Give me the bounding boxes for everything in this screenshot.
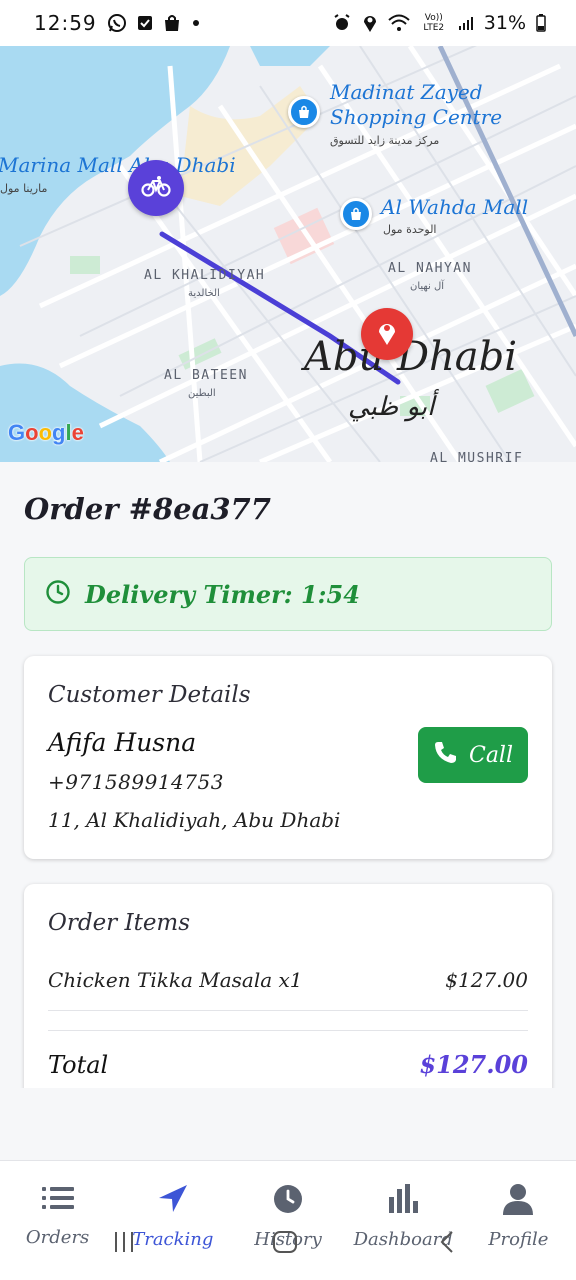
checkbox-icon [137,15,153,31]
shopping-bag-icon [163,14,181,32]
nav-label-dashboard: Dashboard [353,1229,453,1250]
area-arabic-nahyan: آل نهيان [410,281,445,292]
customer-section-title: Customer Details [48,682,251,708]
order-items-card: Order Items Chicken Tikka Masala x1 $127… [24,884,552,1088]
nav-tracking[interactable]: Tracking [115,1161,230,1280]
status-bar: 12:59 Vo)) LTE2 31% [0,0,576,46]
customer-phone: +971589914753 [48,770,224,794]
battery-percent: 31% [483,12,526,34]
item-name: Chicken Tikka Masala x1 [48,968,303,992]
location-pin-icon [376,318,398,350]
poi-label-madinat-zayed-line2[interactable]: Shopping Centre [330,106,502,129]
nav-label-tracking: Tracking [132,1229,214,1250]
rider-marker[interactable] [128,160,184,216]
battery-icon [536,14,546,32]
customer-name: Afifa Husna [48,728,197,757]
area-label-nahyan: AL NAHYAN [388,261,472,276]
status-time: 12:59 [34,11,97,35]
nav-history[interactable]: History [230,1161,345,1280]
area-label-mushrif: AL MUSHRIF [430,451,524,462]
user-icon [502,1183,534,1219]
items-section-title: Order Items [48,910,191,936]
call-button[interactable]: Call [418,727,528,783]
nav-dashboard[interactable]: Dashboard [346,1161,461,1280]
city-arabic-label: أبو ظبي [348,392,435,422]
poi-arabic-al-wahda: الوحدة مول [383,223,437,236]
order-title: Order #8ea377 [24,492,271,526]
poi-label-marina-mall[interactable]: Marina Mall Abu Dhabi [0,154,236,177]
location-icon [362,13,378,33]
divider [48,1030,528,1031]
wifi-icon [388,14,410,32]
poi-label-al-wahda[interactable]: Al Wahda Mall [381,196,528,219]
poi-arabic-marina-mall: مارينا مول [0,182,48,195]
whatsapp-icon [107,13,127,33]
nav-label-history: History [254,1229,322,1250]
area-label-bateen: AL BATEEN [164,368,248,383]
nav-label-profile: Profile [488,1229,549,1250]
dot-icon [191,18,201,28]
shopping-pin-icon[interactable] [288,96,320,128]
nav-orders[interactable]: Orders [0,1161,115,1280]
phone-icon [433,739,459,771]
divider [48,1010,528,1011]
item-price: $127.00 [445,968,528,992]
area-arabic-khalidiyah: الخالدية [188,288,220,299]
alarm-icon [332,13,352,33]
bottom-nav: Orders Tracking History Dashboard Profil… [0,1160,576,1280]
bar-chart-icon [387,1183,419,1219]
shopping-pin-icon[interactable] [340,198,372,230]
order-content[interactable]: Order #8ea377 Delivery Timer: 1:54 Custo… [0,462,576,1088]
poi-label-madinat-zayed[interactable]: Madinat Zayed [330,81,483,104]
call-label: Call [468,742,514,768]
list-item: Chicken Tikka Masala x1 $127.00 [48,968,528,992]
timer-icon [45,579,71,609]
customer-details-card: Customer Details Afifa Husna +9715899147… [24,656,552,859]
map-view[interactable]: Madinat Zayed Shopping Centre مركز مدينة… [0,46,576,462]
poi-arabic-madinat-zayed: مركز مدينة زايد للتسوق [330,134,440,147]
destination-marker[interactable] [361,308,413,360]
timer-label: Delivery Timer: 1:54 [85,579,360,609]
area-arabic-bateen: البطين [188,388,216,399]
area-label-khalidiyah: AL KHALIDIYAH [144,268,266,283]
navigation-arrow-icon [156,1183,190,1219]
volte-label: Vo)) LTE2 [423,13,445,33]
total-label: Total [48,1050,109,1079]
total-value: $127.00 [419,1050,528,1079]
delivery-timer: Delivery Timer: 1:54 [24,557,552,631]
signal-icon [458,15,474,31]
bicycle-icon [141,175,171,201]
nav-profile[interactable]: Profile [461,1161,576,1280]
customer-address: 11, Al Khalidiyah, Abu Dhabi [48,808,341,832]
nav-label-orders: Orders [25,1227,90,1248]
google-logo: Google [8,420,84,445]
list-icon [41,1183,75,1217]
clock-icon [272,1183,304,1219]
total-row: Total $127.00 [48,1050,528,1079]
